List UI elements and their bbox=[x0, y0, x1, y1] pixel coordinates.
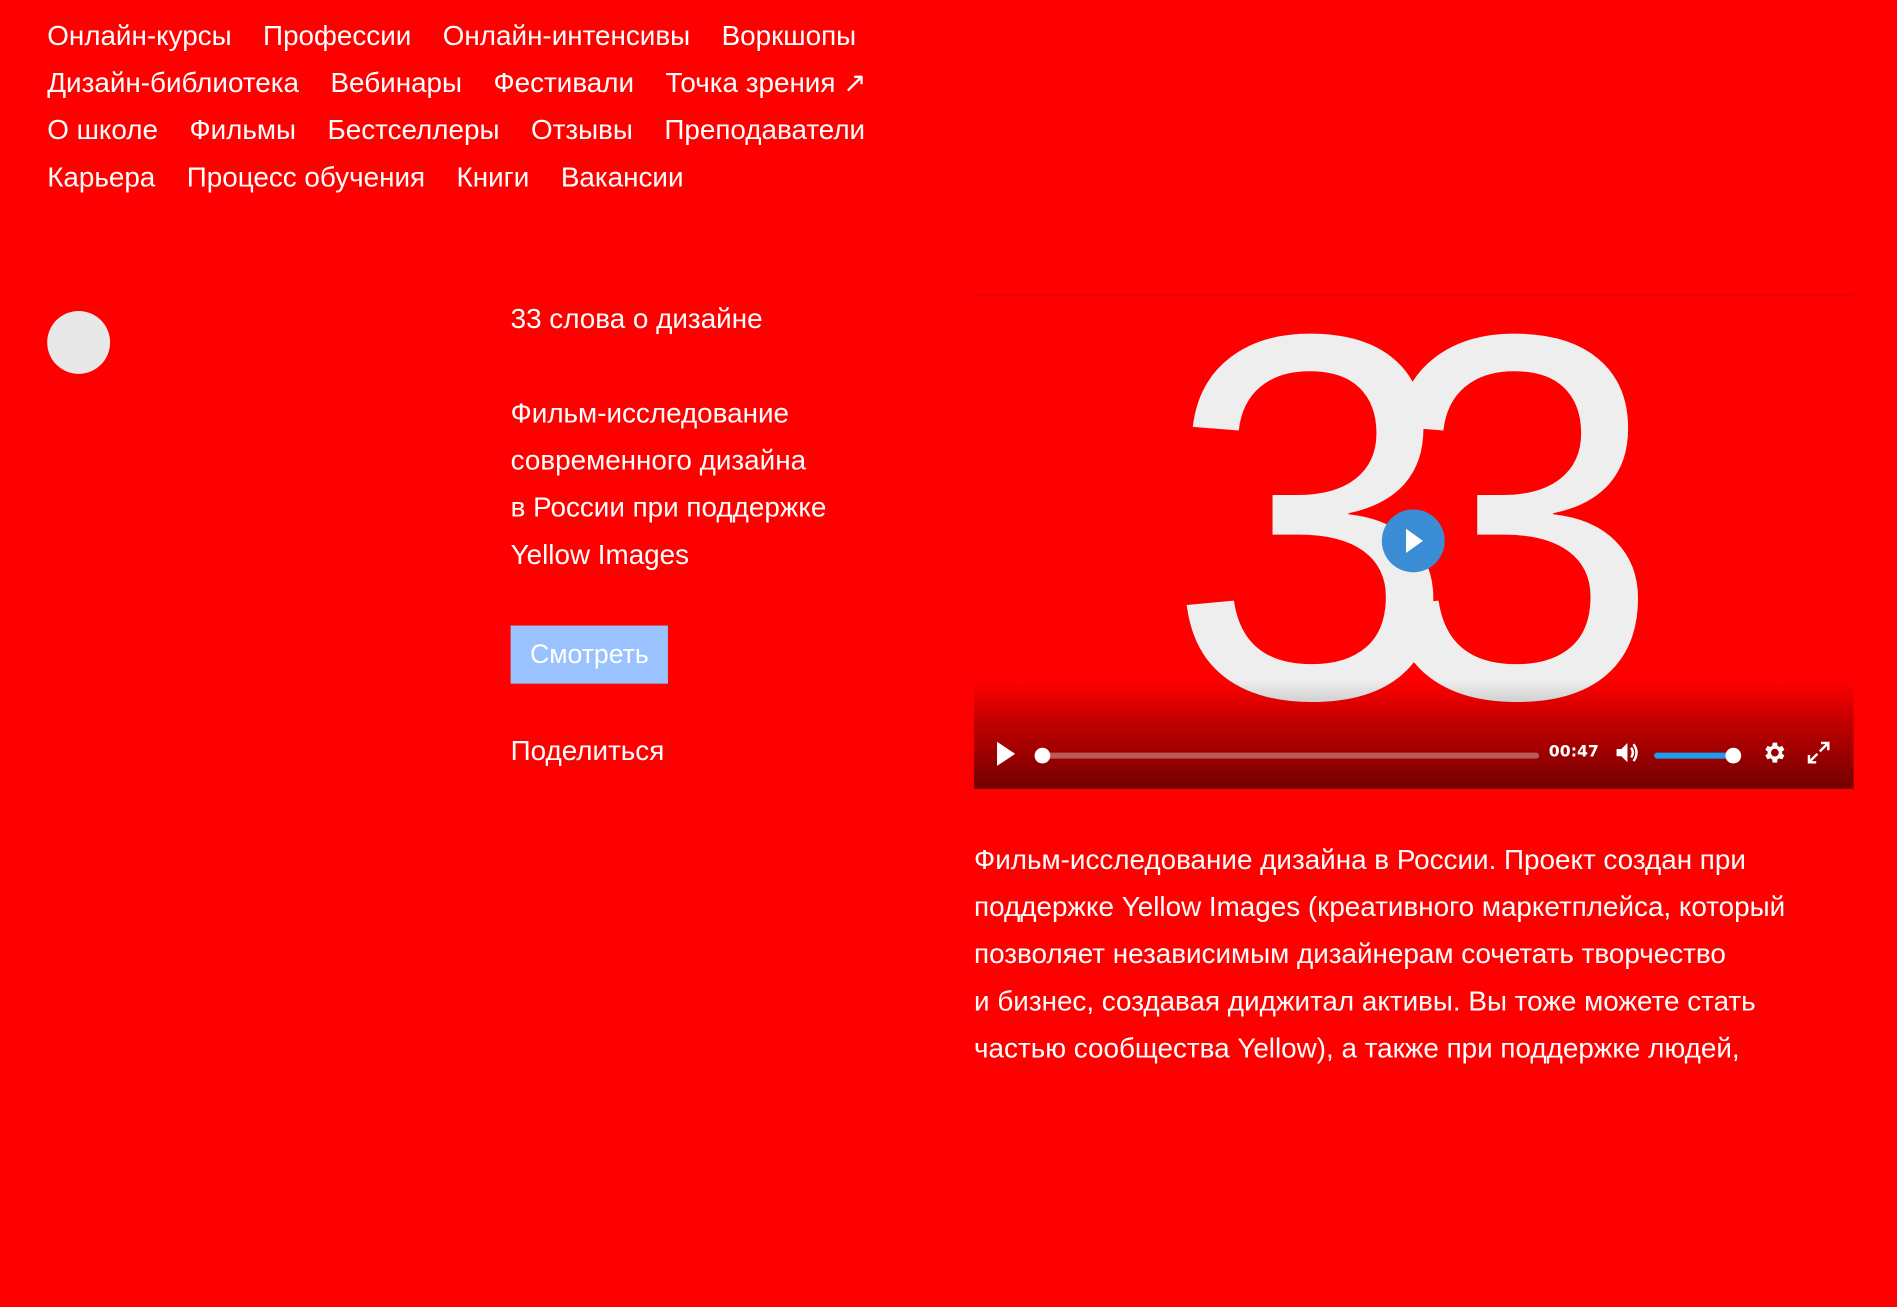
nav-link-films[interactable]: Фильмы bbox=[189, 114, 296, 147]
volume-knob[interactable] bbox=[1725, 747, 1742, 764]
time-display: 00:47 bbox=[1548, 742, 1599, 762]
video-player[interactable]: 33 00:47 bbox=[974, 294, 1854, 789]
film-description: Фильм-исследование современного дизайна … bbox=[511, 390, 947, 579]
nav-link-online-intensives[interactable]: Онлайн-интенсивы bbox=[443, 19, 690, 52]
mute-button[interactable] bbox=[1613, 738, 1642, 773]
about-line: Фильм-исследование дизайна в России. Про… bbox=[974, 843, 1746, 875]
center-play-button[interactable] bbox=[1381, 509, 1445, 573]
nav-row-3: О школе Фильмы Бестселлеры Отзывы Препод… bbox=[47, 106, 942, 153]
nav-link-about-school[interactable]: О школе bbox=[47, 114, 158, 147]
nav-link-festivals[interactable]: Фестивали bbox=[493, 67, 634, 100]
nav-row-1: Онлайн-курсы Профессии Онлайн-интенсивы … bbox=[47, 12, 942, 59]
fullscreen-icon bbox=[1807, 741, 1830, 764]
film-info: 33 слова о дизайне Фильм-исследование со… bbox=[510, 295, 947, 767]
video-controls: 00:47 bbox=[974, 721, 1854, 789]
nav-row-4: Карьера Процесс обучения Книги Вакансии bbox=[47, 154, 942, 201]
play-icon bbox=[997, 741, 1016, 766]
nav-link-career[interactable]: Карьера bbox=[47, 161, 155, 194]
about-line: и бизнес, создавая диджитал активы. Вы т… bbox=[974, 984, 1756, 1017]
gear-icon bbox=[1765, 742, 1785, 763]
circle-logo[interactable] bbox=[47, 310, 111, 374]
about-line: поддержке Yellow Images (креативного мар… bbox=[974, 890, 1786, 923]
nav-link-webinars[interactable]: Вебинары bbox=[330, 67, 462, 100]
nav-link-workshops[interactable]: Воркшопы bbox=[722, 19, 857, 52]
nav-link-professions[interactable]: Профессии bbox=[263, 19, 411, 52]
nav-link-vacancies[interactable]: Вакансии bbox=[561, 161, 684, 194]
share-link[interactable]: Поделиться bbox=[511, 734, 947, 767]
volume-slider[interactable] bbox=[1654, 747, 1742, 764]
film-description-line: Yellow Images bbox=[510, 538, 690, 570]
settings-button[interactable] bbox=[1761, 739, 1788, 772]
nav-link-design-library[interactable]: Дизайн-библиотека bbox=[47, 67, 299, 100]
nav-link-bestsellers[interactable]: Бестселлеры bbox=[327, 114, 499, 147]
nav-link-reviews[interactable]: Отзывы bbox=[531, 114, 633, 147]
film-description-line: Фильм-исследование bbox=[510, 396, 790, 429]
page: Онлайн-курсы Профессии Онлайн-интенсивы … bbox=[0, 0, 1897, 1307]
nav-link-online-courses[interactable]: Онлайн-курсы bbox=[47, 19, 231, 52]
nav-link-books[interactable]: Книги bbox=[457, 161, 530, 194]
progress-bar[interactable] bbox=[1034, 747, 1540, 764]
play-button[interactable] bbox=[993, 739, 1017, 774]
about-line: частью сообщества Yellow), а также при п… bbox=[974, 1032, 1740, 1064]
volume-icon bbox=[1616, 742, 1638, 763]
nav-link-teachers[interactable]: Преподаватели bbox=[664, 114, 865, 147]
play-icon bbox=[1406, 528, 1423, 553]
nav-link-point-of-view[interactable]: Точка зрения ↗ bbox=[666, 67, 867, 100]
progress-knob[interactable] bbox=[1034, 747, 1051, 764]
nav-row-2: Дизайн-библиотека Вебинары Фестивали Точ… bbox=[47, 59, 942, 106]
film-about-text: Фильм-исследование дизайна в России. Про… bbox=[974, 836, 1845, 1072]
film-description-line: современного дизайна bbox=[510, 444, 807, 476]
nav-link-learning-process[interactable]: Процесс обучения bbox=[187, 161, 425, 194]
about-line: позволяет независимым дизайнерам сочетат… bbox=[974, 937, 1726, 970]
fullscreen-button[interactable] bbox=[1807, 741, 1831, 771]
film-description-line: в России при поддержке bbox=[510, 491, 827, 523]
main-nav: Онлайн-курсы Профессии Онлайн-интенсивы … bbox=[47, 12, 942, 201]
film-title: 33 слова о дизайне bbox=[510, 302, 763, 334]
watch-button[interactable]: Смотреть bbox=[510, 625, 669, 684]
